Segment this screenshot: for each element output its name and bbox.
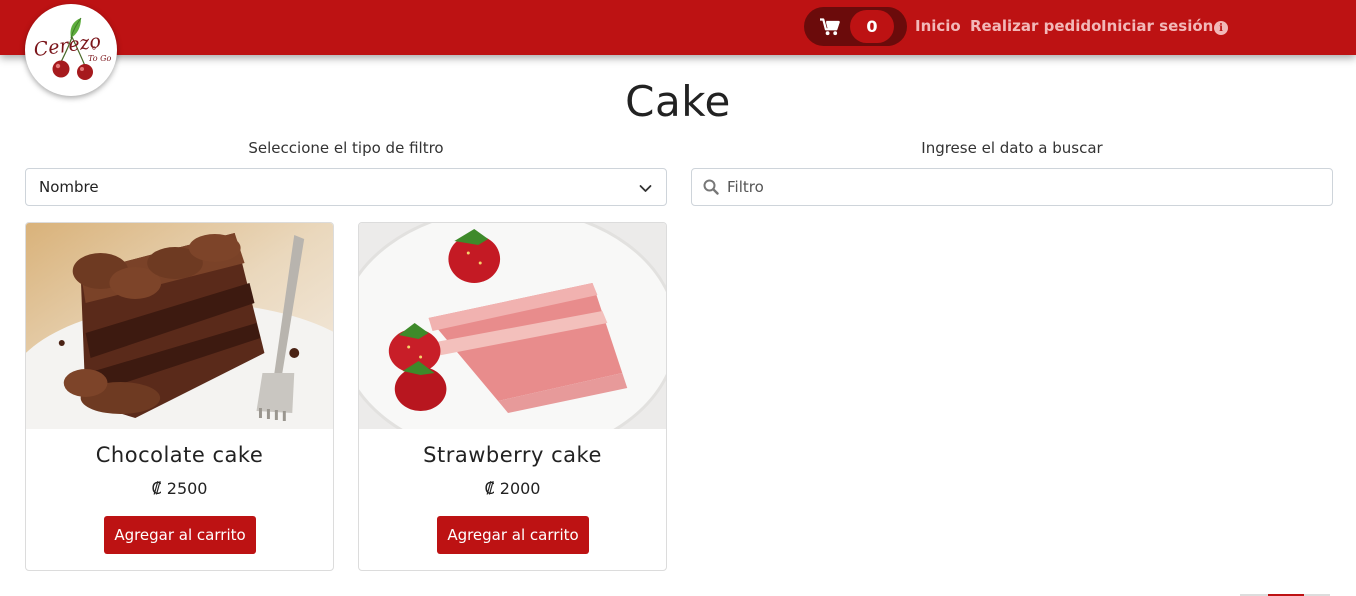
info-icon[interactable]: i — [1214, 21, 1228, 35]
cart-count-badge: 0 — [850, 10, 894, 43]
add-to-cart-button[interactable]: Agregar al carrito — [104, 516, 256, 554]
search-label: Ingrese el dato a buscar — [921, 139, 1103, 157]
product-name: Chocolate cake — [95, 443, 264, 467]
search-input[interactable] — [727, 177, 1317, 197]
nav-link-inicio[interactable]: Inicio — [915, 17, 961, 35]
brand-logo[interactable]: Cerezo To Go — [25, 4, 117, 96]
strawberry-cake-image — [359, 223, 666, 429]
product-name: Strawberry cake — [423, 443, 602, 467]
add-to-cart-button[interactable]: Agregar al carrito — [437, 516, 589, 554]
top-navbar: 0 Inicio Realizar pedido Iniciar sesión … — [0, 0, 1356, 55]
search-icon — [703, 179, 719, 199]
cart-button[interactable]: 0 — [804, 7, 907, 46]
chevron-down-icon — [639, 181, 652, 199]
filter-type-select[interactable]: Nombre — [25, 168, 667, 206]
nav-link-iniciar-sesion[interactable]: Iniciar sesión — [1101, 17, 1213, 35]
product-price: ₡ 2500 — [151, 479, 208, 498]
filter-type-selected-value: Nombre — [39, 178, 99, 196]
shopping-cart-icon — [820, 17, 840, 36]
chocolate-cake-image — [26, 223, 333, 429]
product-card: Strawberry cake ₡ 2000 Agregar al carrit… — [358, 222, 667, 571]
product-price: ₡ 2000 — [484, 479, 541, 498]
svg-text:To Go: To Go — [88, 54, 111, 63]
nav-link-realizar-pedido[interactable]: Realizar pedido — [970, 17, 1101, 35]
product-card: Chocolate cake ₡ 2500 Agregar al carrito — [25, 222, 334, 571]
filter-type-label: Seleccione el tipo de filtro — [248, 139, 444, 157]
page-title: Cake — [625, 77, 731, 126]
search-field[interactable] — [691, 168, 1333, 206]
